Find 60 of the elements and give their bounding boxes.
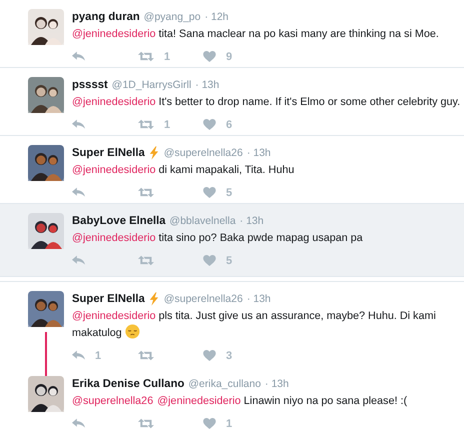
retweet-count: 1 [164,118,170,130]
retweet-icon[interactable] [138,119,154,130]
like-count: 3 [226,350,232,362]
retweet-icon[interactable] [138,51,154,62]
tweet-text: @jeninedesiderio It's better to drop name. If it's Elmo or some other celebrity guy. [72,95,462,110]
like-count: 6 [226,118,232,130]
mention-link[interactable]: @superelnella26 [72,395,154,407]
tweet-time[interactable]: · 13h [195,79,220,91]
retweet-icon[interactable] [138,418,154,429]
retweet-icon[interactable] [138,350,154,361]
tweet-time[interactable]: · 13h [246,147,271,159]
heart-icon[interactable] [203,418,216,429]
mention-link[interactable]: @jeninedesiderio [72,96,156,108]
emoji-icon [124,324,140,339]
like-count: 5 [226,254,232,266]
reply-icon[interactable] [72,255,85,266]
user-handle[interactable]: @pyang_po [144,11,201,23]
user-name[interactable]: Super ElNella [72,147,145,159]
tweet-time[interactable]: · 13h [240,215,264,227]
reply-icon[interactable] [72,119,85,130]
tweet-text: @jeninedesiderio di kami mapakali, Tita. Huhu [72,163,296,178]
reply-icon[interactable] [72,51,85,62]
heart-icon[interactable] [203,350,216,361]
user-name[interactable]: BabyLove Elnella [72,215,166,227]
retweet-count: 1 [164,50,170,62]
retweet-icon[interactable] [138,187,154,198]
tweet-text: @jeninedesiderio tita! Sana maclear na po kasi many are thinking na si Moe. [72,27,440,42]
reply-icon[interactable] [72,418,85,429]
tweet-time[interactable]: · 12h [204,11,229,23]
tweet-time[interactable]: · 13h [246,293,271,305]
user-name[interactable]: Super ElNella [72,293,145,305]
like-count: 9 [226,50,232,62]
user-name[interactable]: Erika Denise Cullano [72,378,184,390]
tweet-text: @jeninedesiderio tita sino po? Baka pwde mapag usapan pa [72,231,364,246]
user-handle[interactable]: @bblavelnella [170,215,236,227]
tweet-text: @superelnella26 @jeninedesiderio Linawin niyo na po sana please! :( [72,394,408,409]
user-handle[interactable]: @superelnella26 [164,147,243,159]
heart-icon[interactable] [203,119,216,130]
retweet-icon[interactable] [138,255,154,266]
user-name[interactable]: psssst [72,79,108,91]
tweet-text: @jeninedesiderio pls tita. Just give us an assurance, maybe? Huhu. Di kami makatulog [72,309,437,341]
mention-link[interactable]: @jeninedesiderio [72,232,156,244]
like-count: 5 [226,186,232,198]
mention-link[interactable]: @jeninedesiderio [157,395,241,407]
tweet-time[interactable]: · 13h [264,378,289,390]
reply-count: 1 [95,350,102,362]
user-handle[interactable]: @superelnella26 [164,293,243,305]
heart-icon[interactable] [203,255,216,266]
thread-line [45,332,47,378]
user-handle[interactable]: @1D_HarrysGirll [112,79,192,91]
heart-icon[interactable] [203,51,216,62]
reply-icon[interactable] [72,187,85,198]
user-name[interactable]: pyang duran [72,11,140,23]
mention-link[interactable]: @jeninedesiderio [72,310,156,322]
heart-icon[interactable] [203,187,216,198]
like-count: 1 [226,418,232,430]
reply-icon[interactable] [72,350,85,361]
user-handle[interactable]: @erika_cullano [188,378,261,390]
mention-link[interactable]: @jeninedesiderio [72,164,156,176]
mention-link[interactable]: @jeninedesiderio [72,28,156,40]
